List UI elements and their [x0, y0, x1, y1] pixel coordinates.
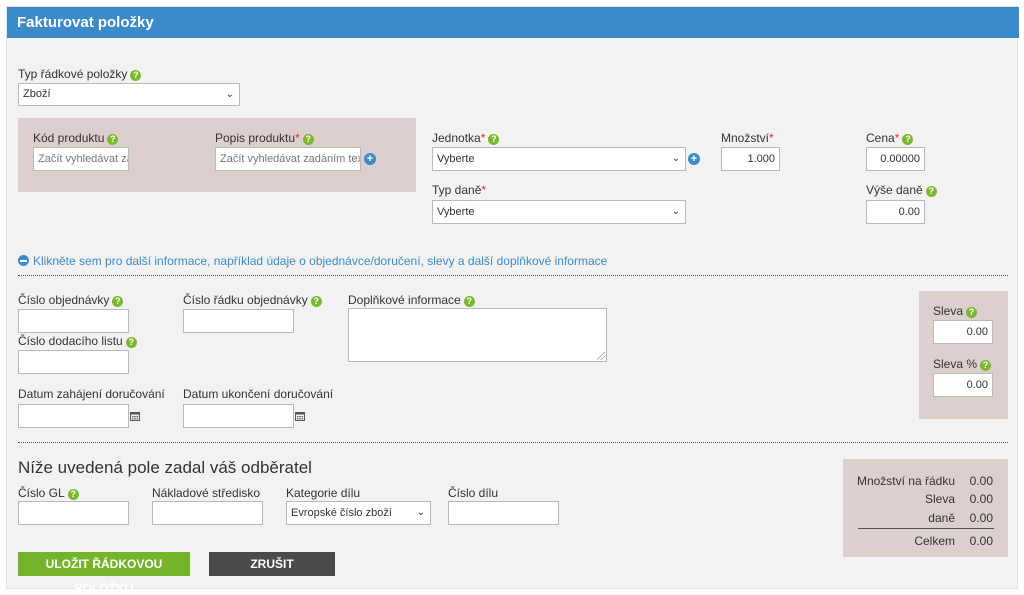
cost-center-input[interactable] [152, 501, 263, 525]
summary-divider [858, 528, 994, 529]
delivery-note-label: Číslo dodacího listu? [18, 334, 137, 348]
summary-tax-value: 0.00 [969, 511, 993, 525]
help-icon[interactable]: ? [463, 296, 475, 307]
summary-line-qty-value: 0.00 [969, 474, 993, 488]
help-icon[interactable]: ? [302, 134, 314, 145]
chevron-down-icon: ⌄ [225, 88, 234, 100]
price-label: Cena*? [866, 131, 914, 145]
summary-tax-label: daně [928, 511, 955, 525]
delivery-note-input[interactable] [18, 350, 129, 374]
divider [18, 442, 1008, 443]
collapse-icon [18, 255, 29, 266]
product-code-input[interactable]: Začít vyhledávat za [33, 147, 129, 171]
help-icon[interactable]: ? [130, 70, 142, 81]
delivery-end-input[interactable] [183, 404, 294, 428]
help-icon[interactable]: ? [925, 186, 937, 197]
help-icon[interactable]: ? [112, 296, 124, 307]
product-description-input[interactable]: Začít vyhledávat zadáním textu [215, 147, 361, 171]
delivery-start-input[interactable] [18, 404, 129, 428]
order-line-number-label: Číslo řádku objednávky? [183, 293, 322, 307]
additional-info-label: Doplňkové informace? [348, 293, 475, 307]
chevron-down-icon: ⌄ [671, 153, 680, 164]
help-icon[interactable]: ? [310, 296, 322, 307]
invoice-items-panel: Fakturovat položky Typ řádkové položky? … [6, 6, 1019, 595]
divider [18, 275, 1008, 276]
discount-percent-label: Sleva %? [933, 357, 992, 371]
gl-number-label: Číslo GL? [18, 486, 79, 500]
tax-type-select[interactable]: Vyberte ⌄ [432, 200, 686, 224]
price-input[interactable]: 0.00000 [866, 147, 925, 171]
add-product-icon[interactable]: + [364, 153, 376, 165]
calendar-icon[interactable] [130, 411, 140, 421]
order-number-label: Číslo objednávky? [18, 293, 124, 307]
save-line-item-button[interactable]: ULOŽIT ŘÁDKOVOU POLOŽKU [18, 552, 190, 595]
product-code-label: Kód produktu? [33, 131, 119, 145]
help-icon[interactable]: ? [902, 134, 914, 145]
more-info-link[interactable]: Klikněte sem pro další informace, napřík… [18, 254, 607, 268]
part-category-label: Kategorie dílu [286, 486, 361, 500]
help-icon[interactable]: ? [980, 360, 992, 371]
gl-number-input[interactable] [18, 501, 129, 525]
summary-discount-label: Sleva [924, 492, 955, 506]
discount-input[interactable]: 0.00 [933, 320, 993, 344]
page-title: Fakturovat položky [17, 14, 154, 31]
cost-center-label: Nákladové středisko [152, 486, 261, 500]
add-unit-icon[interactable]: + [688, 153, 700, 165]
help-icon[interactable]: ? [488, 134, 500, 145]
cancel-button[interactable]: ZRUŠIT [209, 552, 335, 576]
help-icon[interactable]: ? [67, 489, 79, 500]
help-icon[interactable]: ? [107, 134, 119, 145]
panel-header: Fakturovat položky [7, 7, 1019, 38]
tax-amount-input[interactable]: 0.00 [866, 200, 925, 224]
order-line-number-input[interactable] [183, 309, 294, 333]
tax-amount-label: Výše daně? [866, 183, 937, 197]
unit-select[interactable]: Vyberte ⌄ [432, 147, 686, 171]
summary-line-qty-label: Množství na řádku [856, 474, 955, 488]
summary-total-value: 0.00 [969, 534, 993, 548]
summary-discount-value: 0.00 [969, 492, 993, 506]
order-number-input[interactable] [18, 309, 129, 333]
unit-label: Jednotka*? [432, 131, 500, 145]
help-icon[interactable]: ? [125, 337, 137, 348]
quantity-label: Množství* [721, 131, 774, 145]
summary-total-label: Celkem [914, 534, 955, 548]
calendar-icon[interactable] [295, 411, 305, 421]
delivery-start-label: Datum zahájení doručování [18, 387, 165, 401]
help-icon[interactable]: ? [966, 307, 978, 318]
additional-info-textarea[interactable] [348, 308, 607, 362]
tax-type-label: Typ daně* [432, 183, 487, 197]
buyer-section-title: Níže uvedená pole zadal váš odběratel [18, 458, 312, 477]
line-item-type-label: Typ řádkové položky? [18, 67, 142, 81]
product-description-label: Popis produktu*? [215, 131, 314, 145]
chevron-down-icon: ⌄ [671, 206, 680, 217]
part-number-input[interactable] [448, 501, 559, 525]
discount-percent-input[interactable]: 0.00 [933, 373, 993, 397]
part-category-select[interactable]: Evropské číslo zboží ⌄ [286, 501, 431, 525]
resize-handle-icon[interactable] [597, 352, 605, 360]
chevron-down-icon: ⌄ [416, 507, 425, 518]
quantity-input[interactable]: 1.000 [721, 147, 780, 171]
line-item-type-select[interactable]: Zboží ⌄ [18, 83, 240, 106]
discount-label: Sleva? [933, 304, 978, 318]
delivery-end-label: Datum ukončení doručování [183, 387, 334, 401]
part-number-label: Číslo dílu [448, 486, 499, 500]
